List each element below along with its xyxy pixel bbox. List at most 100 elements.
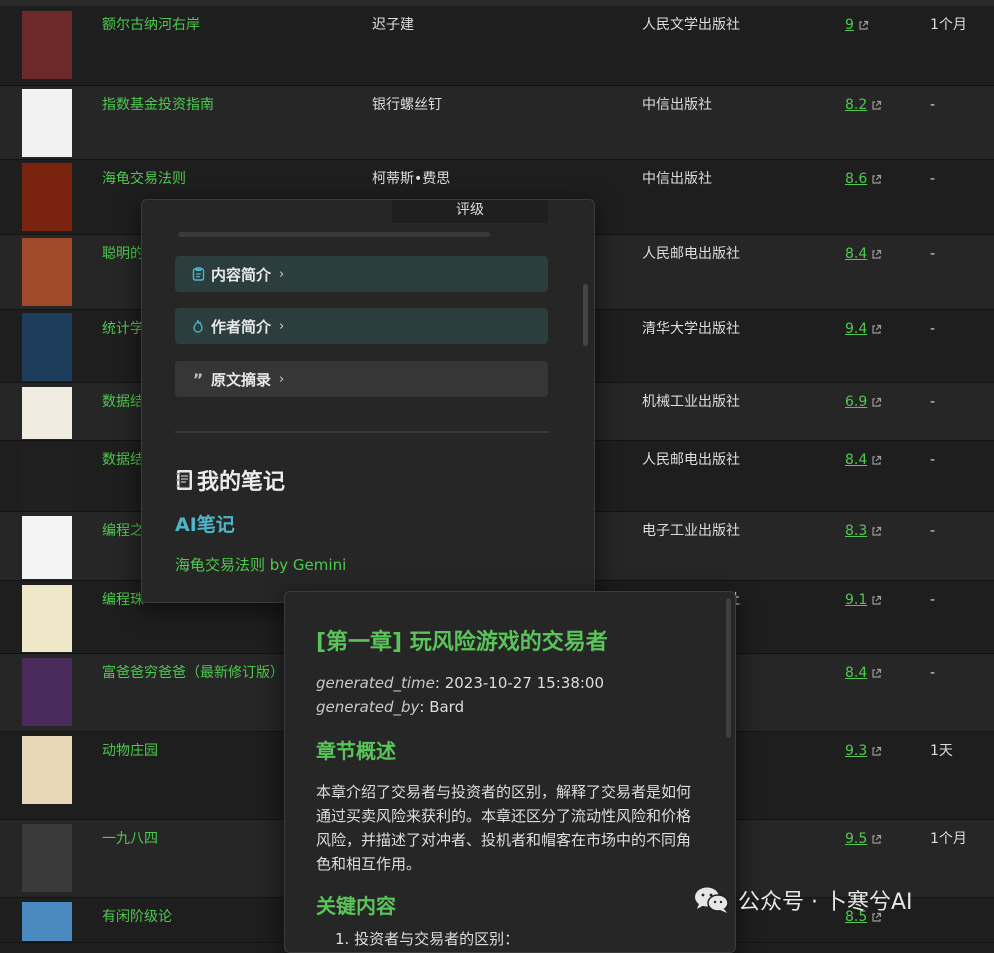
rating-value: 8.2 bbox=[845, 97, 868, 113]
book-author: 柯蒂斯•费思 bbox=[372, 171, 451, 187]
external-link-icon bbox=[871, 172, 882, 190]
external-link-icon bbox=[871, 744, 882, 762]
ai-note-preview-popover: [第一章] 玩风险游戏的交易者 generated_time: 2023-10-… bbox=[284, 591, 736, 953]
popover-scrollbar[interactable] bbox=[583, 284, 588, 346]
external-link-icon bbox=[871, 322, 882, 340]
book-cover[interactable] bbox=[22, 89, 72, 157]
book-publisher: 中信出版社 bbox=[642, 171, 712, 187]
book-publisher: 人民文学出版社 bbox=[642, 17, 740, 33]
watermark-text: 公众号 · 卜寒兮AI bbox=[738, 890, 913, 915]
book-cover[interactable] bbox=[22, 238, 72, 306]
callout-label: 原文摘录 bbox=[211, 370, 272, 389]
external-link-icon bbox=[871, 395, 882, 413]
book-title-link[interactable]: 统计学 bbox=[102, 320, 144, 338]
book-rating-link[interactable]: 6.9 bbox=[845, 393, 882, 413]
book-rating-link[interactable]: 8.6 bbox=[845, 170, 882, 190]
rating-value: 6.9 bbox=[845, 394, 868, 410]
meta-value: : Bard bbox=[419, 698, 465, 716]
book-rating-link[interactable]: 9.4 bbox=[845, 320, 882, 340]
book-title-link[interactable]: 编程珠 bbox=[102, 591, 144, 609]
book-title-link[interactable]: 数据结 bbox=[102, 451, 144, 469]
book-rating-link[interactable]: 8.2 bbox=[845, 96, 882, 116]
ai-notes-heading: AI笔记 bbox=[175, 514, 235, 536]
book-publisher: 清华大学出版社 bbox=[642, 321, 740, 337]
chevron-right-icon: › bbox=[279, 371, 285, 387]
book-cover[interactable] bbox=[22, 11, 72, 79]
external-link-icon bbox=[871, 524, 882, 542]
rating-value: 9.3 bbox=[845, 743, 868, 759]
book-publisher: 人民邮电出版社 bbox=[642, 246, 740, 262]
book-rating-link[interactable]: 9 bbox=[845, 16, 869, 36]
book-cover[interactable] bbox=[22, 902, 72, 941]
notes-heading: 我的笔记 bbox=[175, 464, 285, 496]
book-title-link[interactable]: 动物庄园 bbox=[102, 742, 158, 760]
book-rating-link[interactable]: 8.4 bbox=[845, 245, 882, 265]
book-rating-link[interactable]: 8.4 bbox=[845, 451, 882, 471]
book-title-link[interactable]: 编程之 bbox=[102, 522, 144, 540]
external-link-icon bbox=[871, 832, 882, 850]
callout-label: 作者简介 bbox=[211, 317, 272, 336]
rating-value: 9 bbox=[845, 17, 854, 33]
book-cover[interactable] bbox=[22, 736, 72, 804]
rating-value: 8.4 bbox=[845, 246, 868, 262]
book-cover[interactable] bbox=[22, 163, 72, 231]
read-time: - bbox=[930, 321, 936, 337]
progress-bar bbox=[178, 232, 490, 237]
book-publisher: 机械工业出版社 bbox=[642, 394, 740, 410]
external-link-icon bbox=[871, 593, 882, 611]
book-title-link[interactable]: 额尔古纳河右岸 bbox=[102, 16, 200, 34]
summary-paragraph: 本章介绍了交易者与投资者的区别，解释了交易者是如何通过买卖风险来获利的。本章还区… bbox=[316, 783, 692, 873]
meta-key: generated_by bbox=[316, 698, 420, 716]
rating-value: 8.6 bbox=[845, 171, 868, 187]
quote-icon: ” bbox=[192, 369, 204, 389]
book-cover[interactable] bbox=[22, 658, 72, 726]
rating-value: 9.1 bbox=[845, 592, 868, 608]
book-publisher: 中信出版社 bbox=[642, 97, 712, 113]
divider bbox=[175, 431, 549, 433]
book-cover[interactable] bbox=[22, 387, 72, 439]
book-title-link[interactable]: 指数基金投资指南 bbox=[102, 96, 214, 114]
key-content-heading: 关键内容 bbox=[316, 894, 396, 918]
book-rating-link[interactable]: 8.3 bbox=[845, 522, 882, 542]
book-title-link[interactable]: 富爸爸穷爸爸（最新修订版） bbox=[102, 664, 284, 682]
read-time: - bbox=[930, 97, 936, 113]
book-detail-popover: 评级 内容简介 › 作者简介 › ” 原文摘录 › 我的笔记 AI笔记 海龟交易… bbox=[141, 199, 595, 603]
book-cover[interactable] bbox=[22, 445, 72, 510]
callout-author-intro[interactable]: 作者简介 › bbox=[175, 308, 548, 344]
chevron-right-icon: › bbox=[279, 266, 285, 282]
book-cover[interactable] bbox=[22, 516, 72, 579]
book-title-link[interactable]: 聪明的 bbox=[102, 245, 144, 263]
callout-content-intro[interactable]: 内容简介 › bbox=[175, 256, 548, 292]
rating-value: 9.4 bbox=[845, 321, 868, 337]
book-cover[interactable] bbox=[22, 585, 72, 652]
rating-value: 8.4 bbox=[845, 665, 868, 681]
book-rating-link[interactable]: 9.1 bbox=[845, 591, 882, 611]
meta-value: : 2023-10-27 15:38:00 bbox=[434, 674, 605, 692]
meta-generated-by: generated_by: Bard bbox=[316, 698, 464, 716]
external-link-icon bbox=[871, 247, 882, 265]
rating-value: 8.3 bbox=[845, 523, 868, 539]
table-row[interactable]: 额尔古纳河右岸 迟子建 人民文学出版社 9 1个月 bbox=[0, 6, 994, 86]
book-title-link[interactable]: 一九八四 bbox=[102, 830, 158, 848]
book-title-link[interactable]: 有闲阶级论 bbox=[102, 908, 172, 926]
read-time: - bbox=[930, 523, 936, 539]
read-time: - bbox=[930, 452, 936, 468]
book-title-link[interactable]: 数据结 bbox=[102, 393, 144, 411]
callout-quotes[interactable]: ” 原文摘录 › bbox=[175, 361, 548, 397]
read-time: - bbox=[930, 246, 936, 262]
table-row[interactable]: 指数基金投资指南 银行螺丝钉 中信出版社 8.2 - bbox=[0, 86, 994, 160]
ai-note-link[interactable]: 海龟交易法则 by Gemini bbox=[175, 554, 346, 575]
book-cover[interactable] bbox=[22, 824, 72, 892]
chevron-right-icon: › bbox=[279, 318, 285, 334]
preview-scrollbar[interactable] bbox=[726, 598, 731, 738]
book-cover[interactable] bbox=[22, 313, 72, 381]
book-rating-link[interactable]: 9.3 bbox=[845, 742, 882, 762]
read-time: 1个月 bbox=[930, 831, 967, 847]
book-rating-link[interactable]: 8.4 bbox=[845, 664, 882, 684]
rating-value: 9.5 bbox=[845, 831, 868, 847]
book-title-link[interactable]: 海龟交易法则 bbox=[102, 170, 186, 188]
meta-key: generated_time bbox=[316, 674, 435, 692]
chapter-title: [第一章] 玩风险游戏的交易者 bbox=[316, 630, 608, 655]
rating-column-header: 评级 bbox=[392, 200, 548, 223]
book-rating-link[interactable]: 9.5 bbox=[845, 830, 882, 850]
